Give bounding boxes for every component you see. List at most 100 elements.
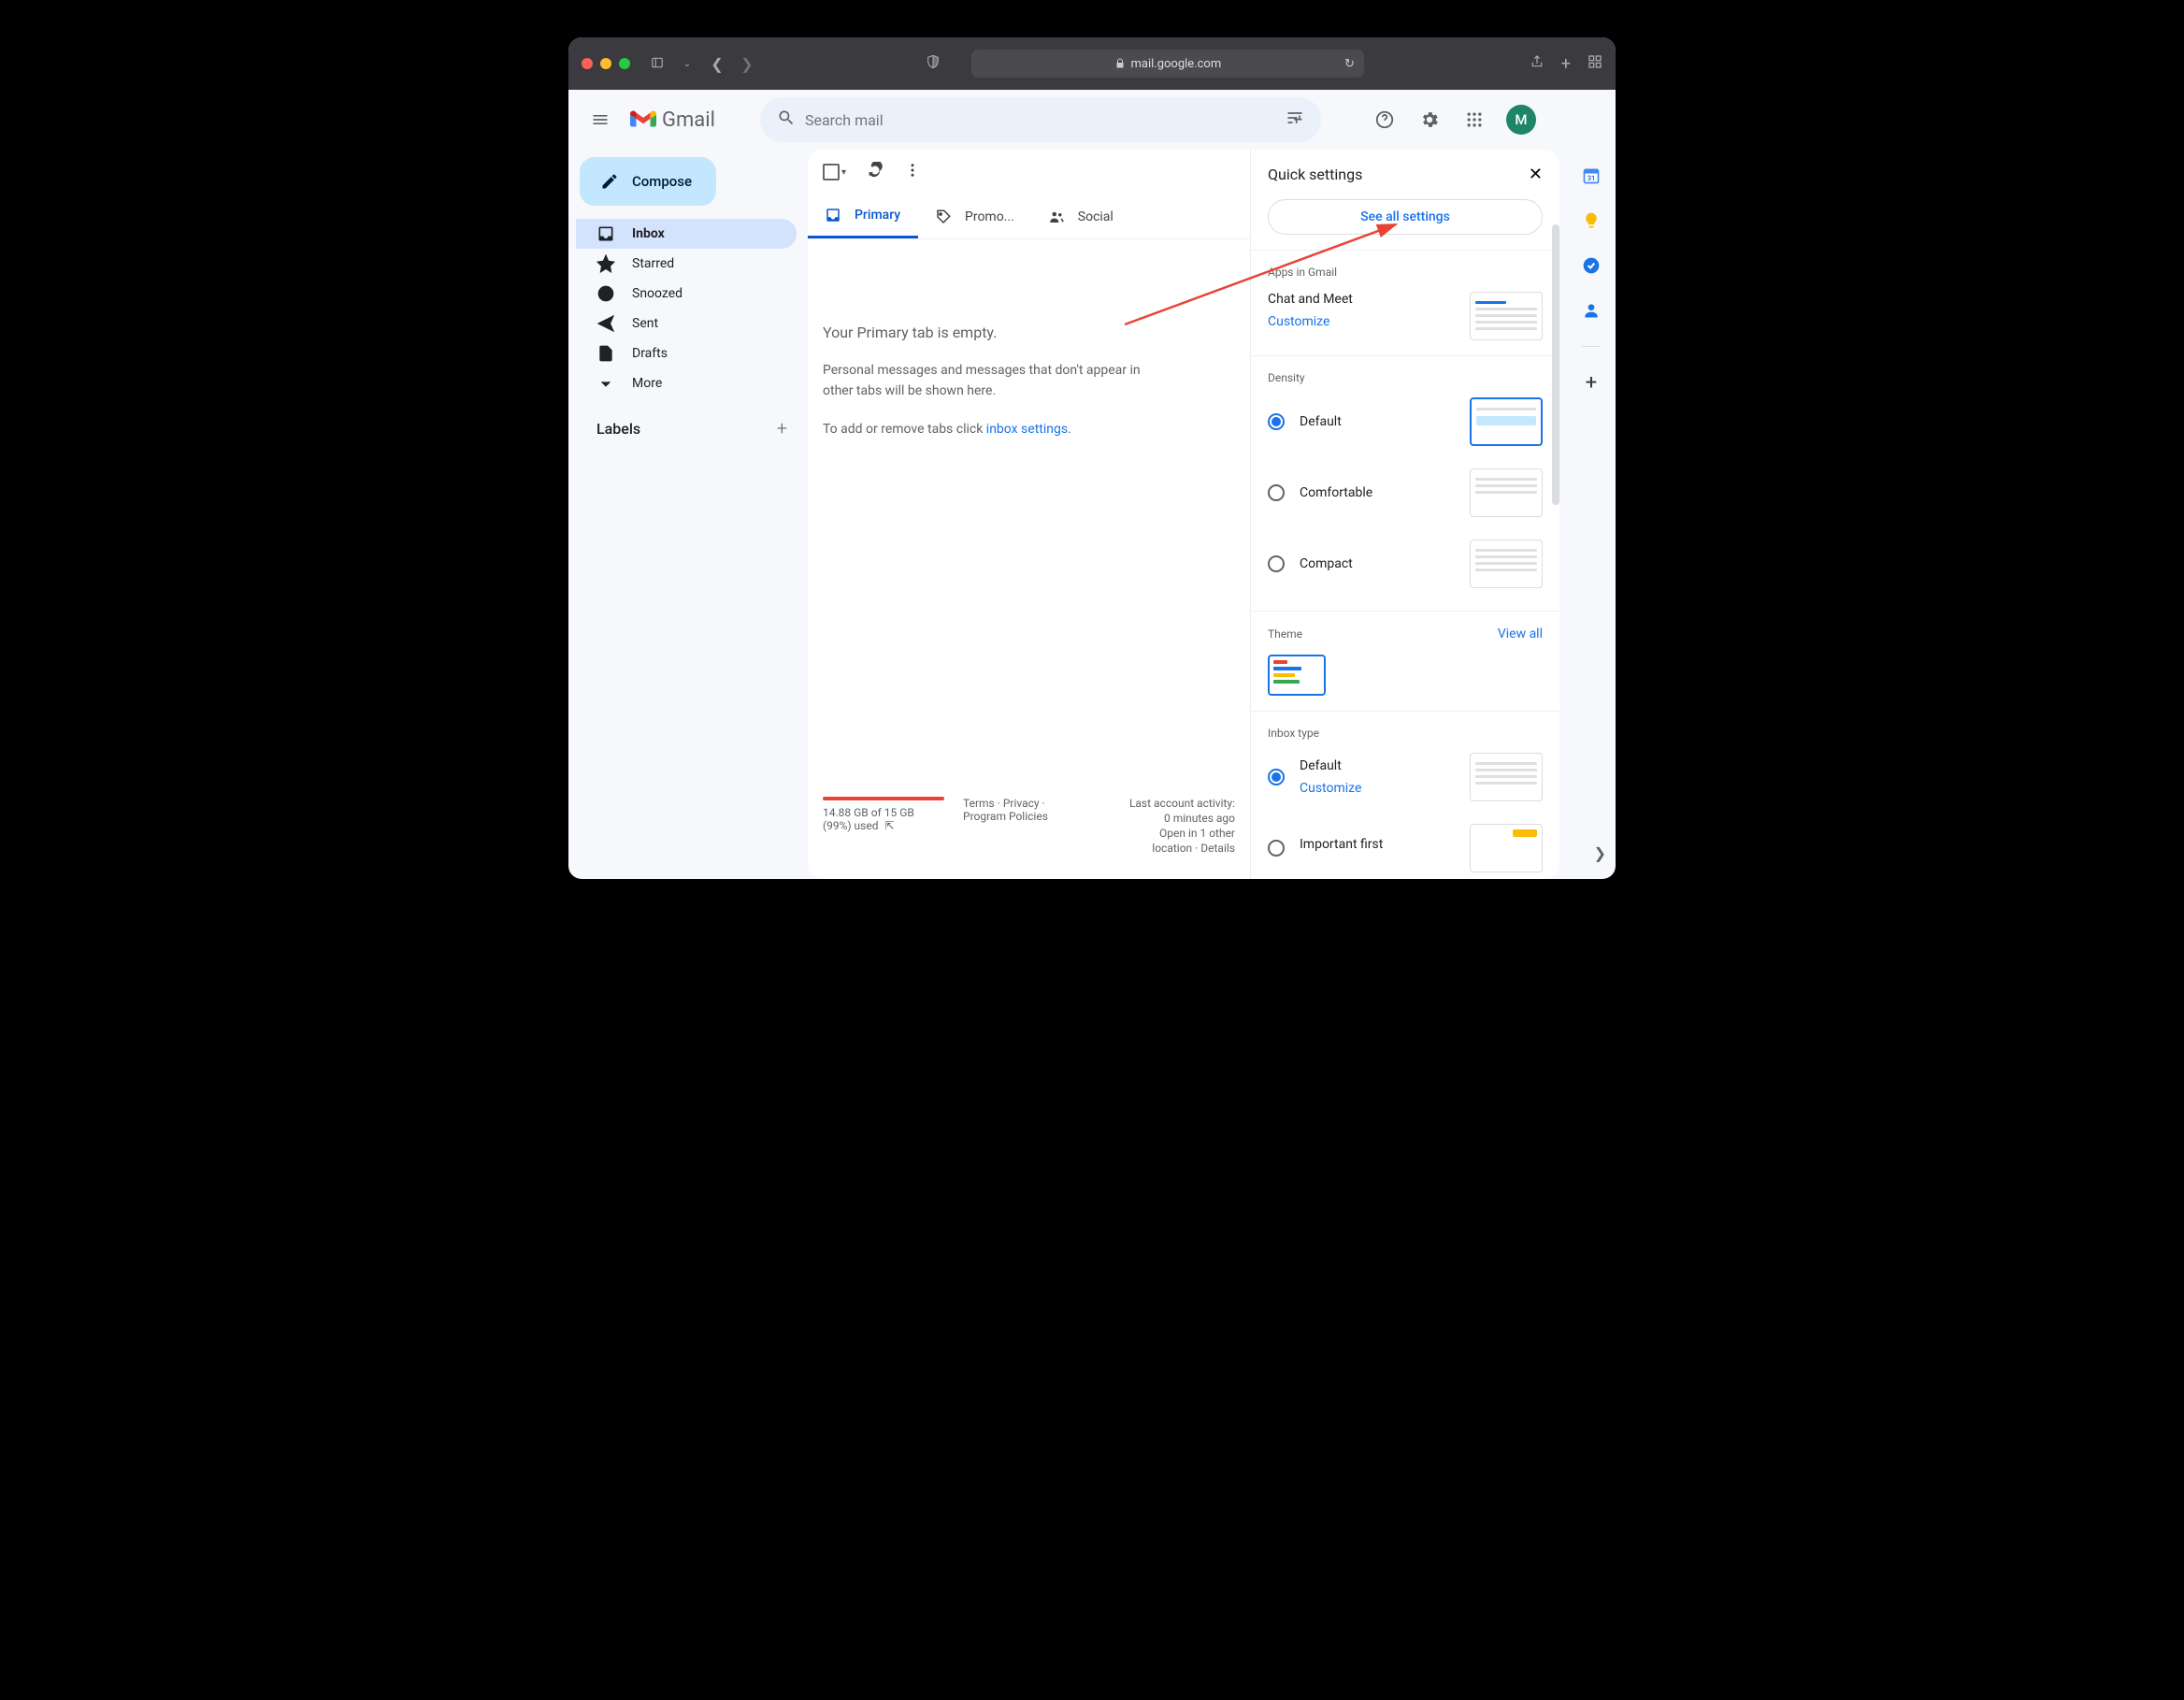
search-icon[interactable]	[768, 108, 805, 131]
apps-thumb	[1470, 292, 1543, 340]
nav-label: Sent	[632, 316, 658, 331]
tab-promotions[interactable]: Promo...	[918, 194, 1031, 238]
inbox-footer: 14.88 GB of 15 GB (99%) used ⇱ Terms · P…	[808, 787, 1250, 879]
refresh-button[interactable]	[867, 162, 884, 182]
nav-item-more[interactable]: More	[576, 368, 797, 398]
storage-text: 14.88 GB of 15 GB (99%) used	[823, 806, 914, 832]
header-actions: M	[1366, 101, 1536, 138]
tab-overview-icon[interactable]	[1588, 54, 1602, 73]
tag-icon	[935, 209, 952, 225]
share-icon[interactable]	[1530, 54, 1545, 73]
tab-label: Primary	[855, 208, 900, 223]
close-window-button[interactable]	[582, 58, 593, 69]
support-icon[interactable]	[1366, 101, 1403, 138]
inbox-icon	[825, 207, 841, 223]
density-thumb	[1470, 540, 1543, 588]
inbox-toolbar: ▾	[808, 150, 1250, 194]
account-activity[interactable]: Last account activity: 0 minutes ago Ope…	[1071, 797, 1235, 857]
see-all-settings-button[interactable]: See all settings	[1268, 199, 1543, 235]
inbox-tabs: Primary Promo... Social	[808, 194, 1250, 239]
compose-label: Compose	[632, 173, 692, 190]
customize-inbox-link[interactable]: Customize	[1300, 781, 1455, 796]
select-all-checkbox[interactable]: ▾	[823, 164, 846, 180]
maximize-window-button[interactable]	[619, 58, 630, 69]
tab-label: Promo...	[965, 209, 1014, 224]
contacts-icon[interactable]	[1582, 301, 1601, 320]
storage-bar	[823, 797, 944, 800]
account-avatar[interactable]: M	[1506, 105, 1536, 135]
footer-policies[interactable]: Terms · Privacy · Program Policies	[963, 797, 1053, 857]
nav-label: Inbox	[632, 226, 665, 241]
search-input[interactable]	[805, 111, 1276, 129]
forward-button[interactable]: ❯	[737, 55, 757, 73]
add-label-button[interactable]: +	[777, 417, 787, 439]
close-icon[interactable]: ✕	[1529, 165, 1543, 184]
density-compact-option[interactable]: Compact	[1268, 540, 1543, 588]
search-bar[interactable]	[760, 97, 1321, 142]
clock-icon	[596, 284, 615, 303]
customize-apps-link[interactable]: Customize	[1268, 314, 1460, 329]
inbox-type-thumb	[1470, 753, 1543, 801]
pencil-icon	[600, 172, 619, 191]
main-menu-button[interactable]	[578, 97, 623, 142]
star-icon	[596, 254, 615, 273]
nav-item-drafts[interactable]: Drafts	[576, 339, 797, 368]
empty-body: Personal messages and messages that don'…	[823, 360, 1169, 402]
tab-social[interactable]: Social	[1031, 194, 1142, 238]
inbox-settings-link[interactable]: inbox settings	[986, 422, 1068, 437]
inbox-type-thumb	[1470, 824, 1543, 872]
new-tab-icon[interactable]: +	[1561, 54, 1571, 74]
nav-label: More	[632, 376, 662, 391]
nav-item-starred[interactable]: Starred	[576, 249, 797, 279]
section-title: Inbox type	[1268, 727, 1543, 740]
tab-primary[interactable]: Primary	[808, 194, 918, 238]
keep-icon[interactable]	[1582, 211, 1601, 230]
inbox-type-default-option[interactable]: Default Customize	[1268, 753, 1543, 801]
density-thumb	[1470, 397, 1543, 446]
apps-icon[interactable]	[1456, 101, 1493, 138]
inbox-pane: ▾ Primary Promo...	[808, 150, 1251, 879]
main-content: ▾ Primary Promo...	[808, 150, 1559, 879]
gmail-logo[interactable]: Gmail	[630, 108, 715, 132]
nav-item-inbox[interactable]: Inbox	[576, 219, 797, 249]
back-button[interactable]: ❮	[707, 55, 727, 73]
empty-hint: To add or remove tabs click inbox settin…	[823, 419, 1169, 439]
svg-text:31: 31	[1588, 174, 1596, 182]
address-bar[interactable]: mail.google.com ↻	[971, 50, 1364, 78]
tasks-icon[interactable]	[1582, 256, 1601, 275]
storage-info[interactable]: 14.88 GB of 15 GB (99%) used ⇱	[823, 797, 944, 857]
chevron-down-icon[interactable]: ⌄	[677, 59, 697, 69]
side-panel: 31 +	[1567, 150, 1616, 879]
quick-settings-title: Quick settings	[1268, 166, 1362, 183]
add-addon-button[interactable]: +	[1582, 373, 1601, 392]
nav-label: Drafts	[632, 346, 668, 361]
section-title: Theme	[1268, 627, 1302, 641]
send-icon	[596, 314, 615, 333]
more-options-button[interactable]	[904, 162, 921, 182]
density-thumb	[1470, 468, 1543, 517]
browser-chrome: ⌄ ❮ ❯ mail.google.com ↻ +	[568, 37, 1616, 90]
density-default-option[interactable]: Default	[1268, 397, 1543, 446]
search-options-icon[interactable]	[1276, 108, 1314, 131]
sidebar-toggle-icon[interactable]	[647, 55, 668, 73]
view-all-themes-link[interactable]: View all	[1498, 627, 1543, 641]
section-title: Apps in Gmail	[1268, 266, 1543, 279]
calendar-icon[interactable]: 31	[1582, 166, 1601, 185]
compose-button[interactable]: Compose	[580, 157, 716, 206]
nav-item-sent[interactable]: Sent	[576, 309, 797, 339]
shield-icon[interactable]	[923, 54, 943, 73]
minimize-window-button[interactable]	[600, 58, 611, 69]
lock-icon	[1114, 58, 1126, 69]
nav-sidebar: Compose Inbox Starred Snoozed Sent Draft…	[568, 150, 808, 879]
inbox-type-important-option[interactable]: Important first	[1268, 824, 1543, 872]
empty-title: Your Primary tab is empty.	[823, 324, 1235, 341]
nav-item-snoozed[interactable]: Snoozed	[576, 279, 797, 309]
scrollbar[interactable]	[1552, 224, 1559, 505]
quick-settings-panel: Quick settings ✕ See all settings Apps i…	[1251, 150, 1559, 879]
reload-icon[interactable]: ↻	[1344, 57, 1355, 71]
theme-option-default[interactable]	[1268, 655, 1326, 696]
hide-side-panel-button[interactable]: ❯	[1594, 844, 1606, 862]
density-comfortable-option[interactable]: Comfortable	[1268, 468, 1543, 517]
external-link-icon: ⇱	[884, 819, 894, 832]
settings-icon[interactable]	[1411, 101, 1448, 138]
